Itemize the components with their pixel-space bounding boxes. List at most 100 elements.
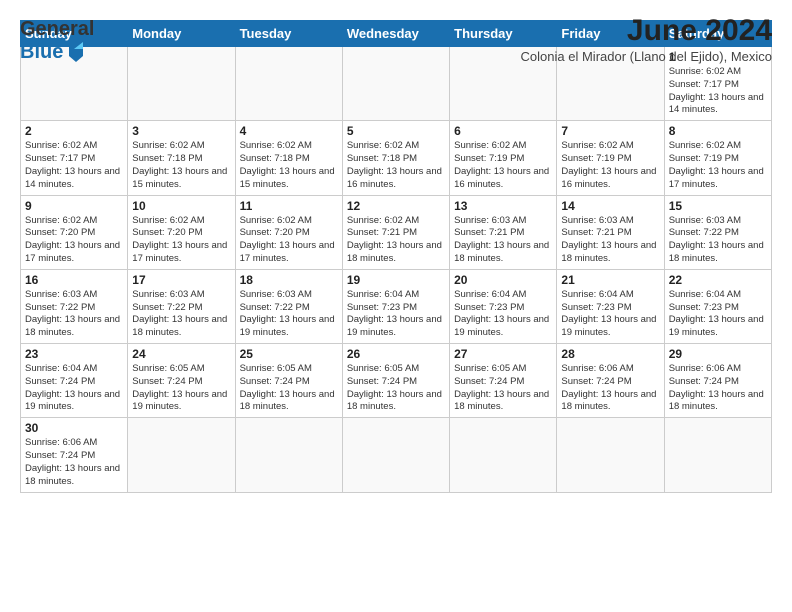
logo-general: General [20, 18, 94, 41]
day-info: Sunrise: 6:02 AM Sunset: 7:18 PM Dayligh… [240, 140, 338, 191]
weekday-header-monday: Monday [128, 21, 235, 47]
day-info: Sunrise: 6:03 AM Sunset: 7:22 PM Dayligh… [132, 289, 230, 340]
day-info: Sunrise: 6:06 AM Sunset: 7:24 PM Dayligh… [669, 363, 767, 414]
calendar-cell: 13 Sunrise: 6:03 AM Sunset: 7:21 PM Dayli… [450, 195, 557, 269]
calendar-cell [235, 47, 342, 121]
day-number: 8 [669, 124, 767, 138]
title-area: June 2024 Colonia el Mirador (Llano del … [521, 14, 772, 64]
day-number: 5 [347, 124, 445, 138]
calendar-cell [342, 47, 449, 121]
day-number: 23 [25, 347, 123, 361]
calendar-cell: 27 Sunrise: 6:05 AM Sunset: 7:24 PM Dayli… [450, 344, 557, 418]
calendar-cell: 2Sunrise: 6:02 AM Sunset: 7:17 PM Daylig… [21, 121, 128, 195]
day-number: 3 [132, 124, 230, 138]
day-number: 25 [240, 347, 338, 361]
weekday-header-tuesday: Tuesday [235, 21, 342, 47]
day-number: 29 [669, 347, 767, 361]
day-info: Sunrise: 6:06 AM Sunset: 7:24 PM Dayligh… [25, 437, 123, 488]
calendar-cell: 23Sunrise: 6:04 AM Sunset: 7:24 PM Dayli… [21, 344, 128, 418]
calendar-cell: 7 Sunrise: 6:02 AM Sunset: 7:19 PM Daylig… [557, 121, 664, 195]
day-info: Sunrise: 6:05 AM Sunset: 7:24 PM Dayligh… [347, 363, 445, 414]
calendar-week-6: 30 Sunrise: 6:06 AM Sunset: 7:24 PM Dayli… [21, 418, 772, 492]
day-info: Sunrise: 6:02 AM Sunset: 7:18 PM Dayligh… [347, 140, 445, 191]
day-number: 12 [347, 199, 445, 213]
day-number: 27 [454, 347, 552, 361]
calendar-cell: 22 Sunrise: 6:04 AM Sunset: 7:23 PM Dayli… [664, 269, 771, 343]
calendar-cell: 30 Sunrise: 6:06 AM Sunset: 7:24 PM Dayli… [21, 418, 128, 492]
day-info: Sunrise: 6:03 AM Sunset: 7:22 PM Dayligh… [240, 289, 338, 340]
day-number: 26 [347, 347, 445, 361]
calendar-cell: 24 Sunrise: 6:05 AM Sunset: 7:24 PM Dayli… [128, 344, 235, 418]
day-info: Sunrise: 6:06 AM Sunset: 7:24 PM Dayligh… [561, 363, 659, 414]
calendar-week-3: 9 Sunrise: 6:02 AM Sunset: 7:20 PM Daylig… [21, 195, 772, 269]
day-info: Sunrise: 6:02 AM Sunset: 7:17 PM Dayligh… [669, 66, 767, 117]
day-info: Sunrise: 6:03 AM Sunset: 7:21 PM Dayligh… [561, 215, 659, 266]
day-info: Sunrise: 6:02 AM Sunset: 7:20 PM Dayligh… [240, 215, 338, 266]
day-number: 6 [454, 124, 552, 138]
day-info: Sunrise: 6:04 AM Sunset: 7:23 PM Dayligh… [561, 289, 659, 340]
calendar-table: SundayMondayTuesdayWednesdayThursdayFrid… [20, 20, 772, 493]
calendar-cell [128, 418, 235, 492]
day-info: Sunrise: 6:04 AM Sunset: 7:23 PM Dayligh… [669, 289, 767, 340]
calendar-cell: 10Sunrise: 6:02 AM Sunset: 7:20 PM Dayli… [128, 195, 235, 269]
day-number: 14 [561, 199, 659, 213]
calendar-cell: 19 Sunrise: 6:04 AM Sunset: 7:23 PM Dayli… [342, 269, 449, 343]
calendar-week-5: 23Sunrise: 6:04 AM Sunset: 7:24 PM Dayli… [21, 344, 772, 418]
day-info: Sunrise: 6:02 AM Sunset: 7:19 PM Dayligh… [561, 140, 659, 191]
day-number: 16 [25, 273, 123, 287]
day-info: Sunrise: 6:04 AM Sunset: 7:23 PM Dayligh… [347, 289, 445, 340]
calendar-cell: 11 Sunrise: 6:02 AM Sunset: 7:20 PM Dayli… [235, 195, 342, 269]
calendar-cell: 29 Sunrise: 6:06 AM Sunset: 7:24 PM Dayli… [664, 344, 771, 418]
calendar-cell: 8 Sunrise: 6:02 AM Sunset: 7:19 PM Daylig… [664, 121, 771, 195]
day-info: Sunrise: 6:02 AM Sunset: 7:21 PM Dayligh… [347, 215, 445, 266]
day-number: 9 [25, 199, 123, 213]
day-number: 18 [240, 273, 338, 287]
day-info: Sunrise: 6:05 AM Sunset: 7:24 PM Dayligh… [454, 363, 552, 414]
calendar-cell: 26 Sunrise: 6:05 AM Sunset: 7:24 PM Dayli… [342, 344, 449, 418]
day-info: Sunrise: 6:03 AM Sunset: 7:22 PM Dayligh… [669, 215, 767, 266]
weekday-header-wednesday: Wednesday [342, 21, 449, 47]
day-info: Sunrise: 6:04 AM Sunset: 7:23 PM Dayligh… [454, 289, 552, 340]
location-display: Colonia el Mirador (Llano del Ejido), Me… [521, 49, 772, 64]
day-number: 30 [25, 421, 123, 435]
calendar-cell [342, 418, 449, 492]
calendar-cell: 17 Sunrise: 6:03 AM Sunset: 7:22 PM Dayli… [128, 269, 235, 343]
calendar-week-4: 16 Sunrise: 6:03 AM Sunset: 7:22 PM Dayli… [21, 269, 772, 343]
calendar-cell: 15Sunrise: 6:03 AM Sunset: 7:22 PM Dayli… [664, 195, 771, 269]
calendar-cell: 9 Sunrise: 6:02 AM Sunset: 7:20 PM Daylig… [21, 195, 128, 269]
calendar-cell [557, 418, 664, 492]
day-info: Sunrise: 6:03 AM Sunset: 7:22 PM Dayligh… [25, 289, 123, 340]
day-info: Sunrise: 6:05 AM Sunset: 7:24 PM Dayligh… [132, 363, 230, 414]
day-number: 10 [132, 199, 230, 213]
day-number: 22 [669, 273, 767, 287]
calendar-cell: 5 Sunrise: 6:02 AM Sunset: 7:18 PM Daylig… [342, 121, 449, 195]
calendar-cell: 16 Sunrise: 6:03 AM Sunset: 7:22 PM Dayli… [21, 269, 128, 343]
calendar-cell [450, 418, 557, 492]
calendar-cell: 6 Sunrise: 6:02 AM Sunset: 7:19 PM Daylig… [450, 121, 557, 195]
day-info: Sunrise: 6:02 AM Sunset: 7:19 PM Dayligh… [454, 140, 552, 191]
day-info: Sunrise: 6:02 AM Sunset: 7:19 PM Dayligh… [669, 140, 767, 191]
calendar-cell [235, 418, 342, 492]
day-number: 11 [240, 199, 338, 213]
calendar-cell [664, 418, 771, 492]
calendar-cell: 3Sunrise: 6:02 AM Sunset: 7:18 PM Daylig… [128, 121, 235, 195]
calendar-cell: 25Sunrise: 6:05 AM Sunset: 7:24 PM Dayli… [235, 344, 342, 418]
calendar-cell [128, 47, 235, 121]
day-info: Sunrise: 6:02 AM Sunset: 7:20 PM Dayligh… [25, 215, 123, 266]
logo-icon [65, 42, 87, 64]
day-number: 7 [561, 124, 659, 138]
day-number: 17 [132, 273, 230, 287]
logo-block: General Blue [20, 18, 94, 64]
day-number: 28 [561, 347, 659, 361]
calendar-cell: 20 Sunrise: 6:04 AM Sunset: 7:23 PM Dayli… [450, 269, 557, 343]
day-number: 2 [25, 124, 123, 138]
day-info: Sunrise: 6:03 AM Sunset: 7:21 PM Dayligh… [454, 215, 552, 266]
day-number: 21 [561, 273, 659, 287]
day-number: 13 [454, 199, 552, 213]
day-number: 24 [132, 347, 230, 361]
calendar-cell: 12 Sunrise: 6:02 AM Sunset: 7:21 PM Dayli… [342, 195, 449, 269]
month-year-display: June 2024 [521, 14, 772, 48]
calendar-cell: 4Sunrise: 6:02 AM Sunset: 7:18 PM Daylig… [235, 121, 342, 195]
day-number: 20 [454, 273, 552, 287]
day-number: 19 [347, 273, 445, 287]
